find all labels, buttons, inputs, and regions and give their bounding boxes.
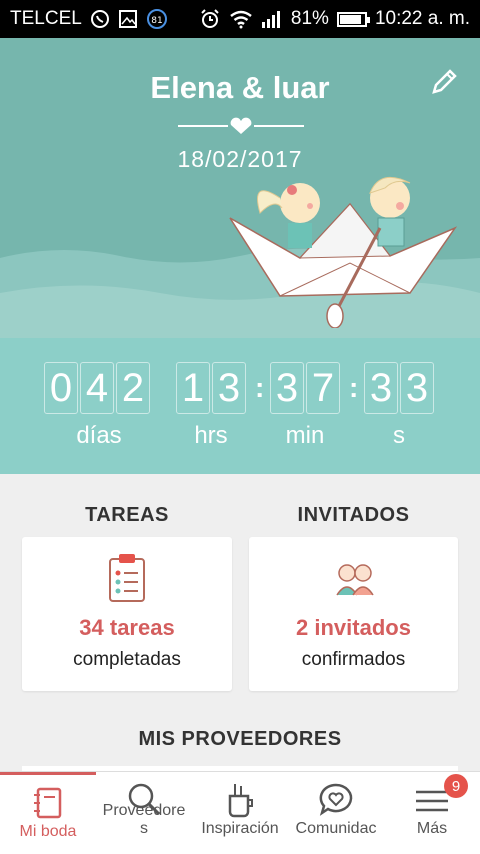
nav-inspiracion[interactable]: Inspiración (192, 772, 288, 854)
chat-heart-icon (319, 783, 353, 816)
inspiration-icon (228, 784, 253, 818)
nav-mi-boda[interactable]: Mi boda (0, 772, 96, 854)
heart-icon (230, 117, 252, 134)
nav-label-proveedores-1: Proveedore (102, 802, 186, 819)
gallery-icon (118, 9, 138, 29)
notification-badge: 9 (444, 774, 468, 798)
seconds-label: s (393, 422, 405, 449)
notification-badge-icon: 81 (146, 8, 168, 30)
days-digit: 4 (80, 362, 114, 414)
battery-icon (336, 11, 370, 27)
nav-label-proveedores-2: s (140, 820, 148, 837)
nav-mas[interactable]: 9 Más (384, 772, 480, 854)
minutes-label: min (285, 422, 325, 449)
days-digit: 2 (116, 362, 150, 414)
notebook-icon (34, 787, 62, 819)
nav-label-mas: Más (416, 820, 448, 837)
hours-digit: 3 (212, 362, 246, 414)
seconds-digit: 3 (400, 362, 434, 414)
clipboard-icon (109, 554, 145, 602)
days-digits: 0 4 2 (44, 362, 150, 414)
notification-badge-count: 81 (151, 16, 162, 26)
seconds-digits: 3 3 (364, 362, 434, 414)
guests-title: INVITADOS (297, 504, 410, 526)
whatsapp-icon (90, 9, 110, 29)
edit-icon[interactable] (428, 66, 460, 98)
battery-percent: 81% (290, 8, 329, 29)
tasks-sub: completadas (73, 649, 181, 670)
couple-boat-illustration (229, 176, 458, 328)
wifi-icon (229, 9, 253, 29)
alarm-icon (199, 8, 221, 30)
hours-label: hrs (194, 422, 228, 449)
wedding-countdown: 0 4 2 1 3 : 3 7 : 3 3 días hrs min s (0, 338, 480, 474)
bottom-navigation: Mi boda Proveedore s Inspiración Comunid… (0, 771, 480, 854)
days-digit: 0 (44, 362, 78, 414)
guests-sub: confirmados (301, 649, 406, 670)
time-separator: : (255, 372, 265, 403)
minutes-digits: 3 7 (270, 362, 340, 414)
heart-divider (178, 117, 304, 134)
clock: 10:22 a. m. (374, 8, 470, 29)
guests-count: 2 invitados (296, 615, 411, 640)
nav-proveedores[interactable]: Proveedore s (96, 772, 192, 854)
minutes-digit: 3 (270, 362, 304, 414)
nav-label-mi-boda: Mi boda (19, 823, 77, 840)
status-bar: TELCEL 81 81% 10:22 a. m. (0, 0, 480, 38)
tasks-count: 34 tareas (79, 615, 175, 640)
seconds-digit: 3 (364, 362, 398, 414)
hours-digits: 1 3 (176, 362, 246, 414)
guests-icon (335, 564, 374, 596)
wedding-header: Elena & luar 18/02/2017 (0, 38, 480, 338)
time-separator: : (349, 372, 359, 403)
nav-label-comunidad: Comunidac (295, 820, 377, 837)
battery-fill (339, 14, 361, 24)
couple-names: Elena & luar (150, 70, 330, 105)
minutes-digit: 7 (306, 362, 340, 414)
hours-digit: 1 (176, 362, 210, 414)
guests-card[interactable]: 2 invitados confirmados (249, 537, 458, 691)
nav-label-inspiracion: Inspiración (201, 820, 279, 837)
carrier-name: TELCEL (10, 8, 82, 29)
vendors-title: MIS PROVEEDORES (138, 728, 342, 750)
tasks-title: TAREAS (85, 504, 169, 526)
days-label: días (76, 422, 122, 449)
nav-comunidad[interactable]: Comunidac (288, 772, 384, 854)
signal-icon (261, 10, 283, 28)
tasks-card[interactable]: 34 tareas completadas (22, 537, 232, 691)
